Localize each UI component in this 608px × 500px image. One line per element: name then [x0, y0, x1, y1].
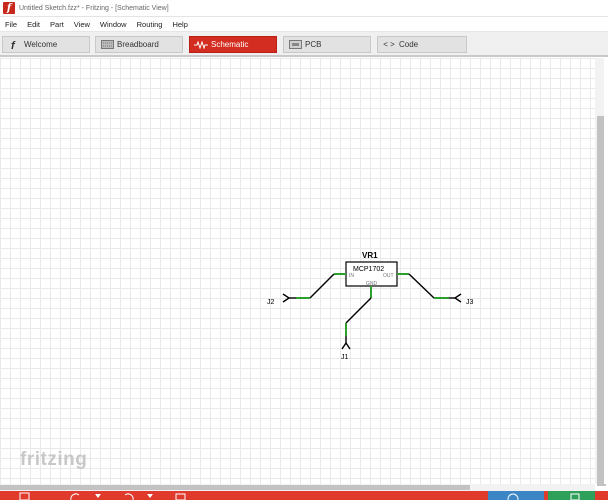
fritzing-f-icon: f — [7, 39, 21, 51]
j2-connector-symbol[interactable] — [282, 293, 291, 303]
pin-out-label: OUT — [383, 273, 394, 279]
j3-connector-symbol[interactable] — [453, 293, 462, 303]
tab-welcome[interactable]: f Welcome — [2, 36, 90, 53]
tab-pcb-label: PCB — [305, 40, 322, 49]
bottom-toolbar — [0, 491, 608, 500]
j3-label: J3 — [466, 299, 474, 306]
schematic-canvas[interactable]: VR1 MCP1702 IN OUT GND J2 J3 J1 fritzing — [0, 58, 595, 484]
tab-schematic-label: Schematic — [211, 40, 249, 49]
menu-help[interactable]: Help — [167, 17, 192, 32]
flip-icon[interactable] — [122, 492, 136, 500]
right-dock-edge — [604, 58, 608, 484]
add-note-icon[interactable] — [174, 492, 188, 500]
tab-code[interactable]: < > Code — [377, 36, 467, 53]
pin-in-label: IN — [349, 273, 354, 279]
view-tab-bar: f Welcome Breadboard Schematic PCB < > C… — [0, 32, 608, 57]
wire-out-to-j3[interactable] — [408, 273, 435, 299]
j2-label: J2 — [267, 299, 275, 306]
title-bar: f Untitled Sketch.fzz* - Fritzing - [Sch… — [0, 0, 608, 17]
tab-welcome-label: Welcome — [24, 40, 58, 49]
breadboard-icon — [100, 40, 114, 49]
j1-connector-symbol[interactable] — [341, 341, 351, 350]
wire-gnd-to-j1[interactable] — [345, 297, 372, 324]
tab-breadboard-label: Breadboard — [117, 40, 159, 49]
flip-dropdown-icon[interactable] — [146, 492, 154, 500]
resistor-zigzag-icon — [194, 40, 208, 49]
menu-part[interactable]: Part — [45, 17, 69, 32]
tab-schematic[interactable]: Schematic — [189, 36, 277, 53]
part-ref-label: VR1 — [362, 251, 378, 260]
menu-file[interactable]: File — [0, 17, 22, 32]
routing-status-icon — [507, 493, 519, 500]
horizontal-scroll-thumb[interactable] — [0, 485, 470, 490]
tab-code-label: Code — [399, 40, 419, 49]
menu-window[interactable]: Window — [95, 17, 132, 32]
tab-pcb[interactable]: PCB — [283, 36, 371, 53]
upload-icon — [570, 493, 580, 500]
menu-edit[interactable]: Edit — [22, 17, 45, 32]
fritzing-app-icon: f — [3, 2, 15, 14]
horizontal-scrollbar[interactable] — [0, 484, 595, 491]
menu-view[interactable]: View — [69, 17, 95, 32]
schematic-drawing: VR1 MCP1702 IN OUT GND J2 J3 J1 — [267, 251, 474, 361]
rotate-dropdown-icon[interactable] — [94, 492, 102, 500]
rotate-icon[interactable] — [68, 492, 82, 500]
window-title: Untitled Sketch.fzz* - Fritzing - [Schem… — [19, 4, 169, 12]
code-brackets-icon: < > — [383, 40, 395, 49]
wire-in-to-j2[interactable] — [309, 273, 335, 299]
j1-label: J1 — [341, 354, 349, 361]
menu-routing[interactable]: Routing — [132, 17, 168, 32]
part-name-label: MCP1702 — [353, 266, 384, 273]
share-icon[interactable] — [18, 492, 32, 500]
pcb-icon — [288, 40, 302, 49]
svg-text:f: f — [11, 40, 16, 51]
menu-bar: File Edit Part View Window Routing Help — [0, 17, 608, 32]
fritzing-watermark-logo: fritzing — [20, 449, 88, 470]
tab-breadboard[interactable]: Breadboard — [95, 36, 183, 53]
